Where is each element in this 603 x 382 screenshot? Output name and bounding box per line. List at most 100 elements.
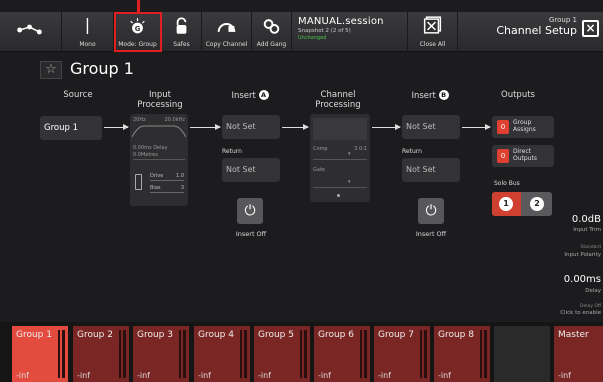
channel-name: Group 6 bbox=[318, 330, 354, 340]
channel-strip-group-1[interactable]: Group 1 -inf bbox=[12, 326, 68, 382]
solo-bus-2-button[interactable]: 2 bbox=[530, 197, 544, 211]
level-meter bbox=[300, 330, 302, 378]
delay-value[interactable]: 0.00ms bbox=[564, 274, 601, 285]
safes-button[interactable]: Safes bbox=[162, 12, 202, 52]
delay-hint-off: Delay Off bbox=[580, 304, 601, 309]
col-title-outputs: Outputs bbox=[501, 90, 535, 100]
channel-name: Group 2 bbox=[77, 330, 113, 340]
col-title-source: Source bbox=[63, 90, 93, 100]
add-gang-button[interactable]: Add Gang bbox=[252, 12, 292, 52]
insert-b-badge: B bbox=[438, 90, 449, 100]
mode-group-highlight bbox=[114, 12, 162, 52]
close-all-icon bbox=[423, 16, 442, 34]
arrow-input-proc bbox=[190, 124, 221, 130]
insert-b-power-icon[interactable]: ⏻ bbox=[418, 198, 444, 224]
routing-icon bbox=[17, 24, 42, 35]
solo-bus-1-button[interactable]: 1 bbox=[492, 192, 521, 216]
window-title-group: Group 1 bbox=[549, 16, 577, 24]
insert-a-badge: A bbox=[258, 90, 269, 100]
mono-label: Mono bbox=[79, 41, 96, 48]
channel-level: -inf bbox=[438, 371, 451, 380]
hpf-value: 20Hz bbox=[133, 117, 146, 123]
insert-a-return-label: Return bbox=[222, 148, 242, 155]
insert-b-state: Insert Off bbox=[415, 230, 447, 238]
group-assigns-button[interactable]: 0 Group Assigns bbox=[492, 116, 554, 138]
routing-button[interactable] bbox=[0, 12, 62, 52]
channel-name: Group 1 bbox=[16, 330, 52, 340]
level-meter bbox=[123, 330, 126, 378]
favourite-star-icon[interactable]: ☆ bbox=[40, 61, 62, 79]
input-polarity-state[interactable]: Standard bbox=[581, 245, 601, 250]
window-title-text: Channel Setup bbox=[496, 24, 577, 37]
input-trim-value[interactable]: 0.0dB bbox=[572, 214, 601, 225]
close-all-button[interactable]: Close All bbox=[408, 12, 458, 52]
solo-bus-1-label: 1 bbox=[499, 197, 513, 211]
session-info[interactable]: MANUAL.session Snapshot 2 (2 of 5) Uncha… bbox=[292, 12, 408, 52]
gate-marker: ▾ bbox=[348, 179, 351, 185]
channel-level: -inf bbox=[378, 371, 391, 380]
channel-strip-group-4[interactable]: Group 4 -inf bbox=[194, 326, 250, 382]
insert-b-return[interactable]: Not Set bbox=[402, 158, 460, 182]
channel-strip-group-8[interactable]: Group 8 -inf bbox=[434, 326, 490, 382]
input-processing-panel[interactable]: 20Hz 20.0kHz 0.00ms Delay 0.0Metres Driv… bbox=[130, 114, 188, 206]
direct-outputs-button[interactable]: 0 Direct Outputs bbox=[492, 145, 554, 167]
arrow-channel-proc bbox=[372, 124, 401, 130]
channel-strip-group-6[interactable]: Group 6 -inf bbox=[314, 326, 370, 382]
safes-label: Safes bbox=[173, 41, 190, 48]
copy-channel-button[interactable]: Copy Channel bbox=[202, 12, 252, 52]
channel-strip-master[interactable]: Master -inf bbox=[554, 326, 603, 382]
level-meter bbox=[179, 330, 181, 378]
eq-graph bbox=[313, 118, 367, 140]
divider bbox=[313, 187, 367, 188]
insert-b-return-label: Return bbox=[402, 148, 422, 155]
arrow-source bbox=[104, 124, 129, 130]
bias-slider[interactable] bbox=[150, 192, 184, 193]
solo-bus-selector: 1 2 bbox=[492, 192, 552, 216]
bias-label: Bias bbox=[150, 185, 161, 191]
channel-name: Group 4 bbox=[198, 330, 234, 340]
insert-a-return[interactable]: Not Set bbox=[222, 158, 280, 182]
input-delay-metres: 0.0Metres bbox=[133, 152, 158, 158]
drive-value: 1.0 bbox=[176, 173, 184, 179]
comp-value: 3.0:1 bbox=[354, 146, 367, 152]
add-gang-label: Add Gang bbox=[256, 41, 287, 48]
drive-slider[interactable] bbox=[150, 180, 184, 181]
close-icon[interactable]: × bbox=[582, 20, 599, 37]
channel-strip-empty bbox=[494, 326, 550, 382]
window-title: Group 1 Channel Setup bbox=[496, 16, 577, 37]
level-meter bbox=[304, 330, 307, 378]
page-title: Group 1 bbox=[70, 59, 134, 78]
insert-b-return-value: Not Set bbox=[406, 165, 436, 174]
channel-level: -inf bbox=[558, 371, 571, 380]
level-meter bbox=[183, 330, 186, 378]
channel-strip-group-7[interactable]: Group 7 -inf bbox=[374, 326, 430, 382]
insert-b-title: Insert bbox=[411, 91, 436, 101]
drive-label: Drive bbox=[150, 173, 164, 179]
delay-label: Delay bbox=[585, 288, 601, 294]
level-meter bbox=[119, 330, 121, 378]
insert-b-send[interactable]: Not Set bbox=[402, 115, 460, 139]
channel-processing-panel[interactable]: Comp 3.0:1 ▾ Gate ▾ bbox=[310, 114, 370, 202]
level-meter bbox=[420, 330, 422, 378]
insert-b-send-value: Not Set bbox=[406, 122, 436, 131]
level-meter bbox=[360, 330, 362, 378]
mono-button[interactable]: | Mono bbox=[62, 12, 114, 52]
source-selector[interactable]: Group 1 bbox=[40, 116, 102, 140]
session-status: Unchanged bbox=[298, 35, 327, 41]
level-meter bbox=[62, 330, 65, 378]
channel-level: -inf bbox=[198, 371, 211, 380]
channel-strip-group-2[interactable]: Group 2 -inf bbox=[73, 326, 129, 382]
level-meter bbox=[58, 330, 60, 378]
level-meter bbox=[244, 330, 247, 378]
channel-strip-group-5[interactable]: Group 5 -inf bbox=[254, 326, 310, 382]
gang-link-icon bbox=[263, 19, 280, 34]
delay-hint-enable[interactable]: Click to enable bbox=[560, 310, 601, 316]
arrow-insert-b bbox=[462, 124, 491, 130]
insert-a-power-icon[interactable]: ⏻ bbox=[237, 198, 263, 224]
channel-strip-group-3[interactable]: Group 3 -inf bbox=[133, 326, 189, 382]
highlight-pointer bbox=[137, 0, 140, 12]
comp-label: Comp bbox=[313, 146, 328, 152]
direct-outputs-count: 0 bbox=[497, 149, 509, 163]
insert-a-send[interactable]: Not Set bbox=[222, 115, 280, 139]
snapshot-label: Snapshot 2 (2 of 5) bbox=[298, 28, 351, 34]
